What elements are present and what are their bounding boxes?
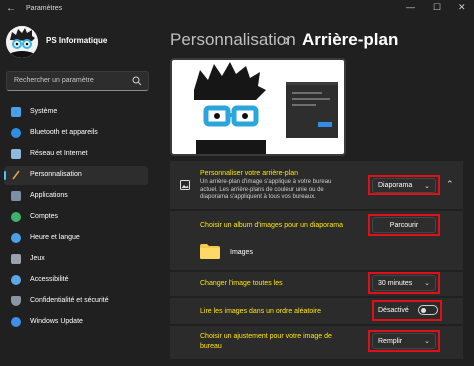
fit-label-1: Choisir un ajustement pour votre image d… [200,333,332,340]
network-icon [11,149,21,159]
sidebar-item-comptes[interactable]: Comptes [4,208,148,227]
interval-row: Changer l'image toutes les 30 minutes ⌄ [170,272,463,296]
background-type-label: Personnaliser votre arrière-plan [200,170,299,177]
sidebar-item-label: Applications [30,192,68,199]
dropdown-value: 30 minutes [378,280,413,287]
sidebar-item-label: Heure et langue [30,234,80,241]
interval-label: Changer l'image toutes les [200,280,283,287]
avatar-picture [6,26,38,58]
update-icon [11,317,21,327]
games-icon [11,254,21,264]
chevron-down-icon: ⌄ [424,280,430,287]
search-icon[interactable] [132,76,142,86]
shuffle-state: Désactivé [378,307,409,314]
profile-name[interactable]: PS Informatique [46,36,107,45]
fit-row: Choisir un ajustement pour votre image d… [170,326,463,359]
sidebar-item-label: Windows Update [30,318,83,325]
sidebar-item-jeux[interactable]: Jeux [4,250,148,269]
fit-label-2: bureau [200,343,222,350]
sidebar-item-label: Comptes [30,213,59,220]
browse-button-label: Parcourir [389,222,419,229]
sidebar-item-heure[interactable]: Heure et langue [4,229,148,248]
chevron-up-icon[interactable]: ⌃ [446,179,454,190]
album-folder-name[interactable]: Images [230,249,253,256]
sidebar-item-label: Jeux [30,255,45,262]
chevron-down-icon: ⌄ [424,338,430,345]
browse-button[interactable]: Parcourir [372,217,436,233]
back-arrow-icon[interactable]: ← [6,3,16,14]
minimize-button[interactable]: — [406,2,415,12]
toggle-knob [421,307,426,313]
page-title: Arrière-plan [302,30,399,49]
app-title: Paramètres [26,5,63,12]
sidebar-item-label: Personnalisation [30,171,82,178]
shuffle-label: Lire les images dans un ordre aléatoire [200,308,322,315]
sidebar-item-bluetooth[interactable]: Bluetooth et appareils [4,124,148,143]
background-type-description-2: actuel. Les arrière-plans de couleur uni… [200,186,324,193]
sidebar-item-systeme[interactable]: Système [4,103,148,122]
system-icon [11,107,21,117]
background-type-row[interactable]: Personnaliser votre arrière-plan Un arri… [170,161,463,209]
sidebar-item-label: Bluetooth et appareils [30,129,98,136]
fit-dropdown[interactable]: Remplir ⌄ [372,333,436,349]
background-preview [170,58,346,156]
sidebar-item-label: Confidentialité et sécurité [30,297,109,304]
interval-dropdown[interactable]: 30 minutes ⌄ [372,275,436,291]
search-placeholder: Rechercher un paramètre [14,77,94,84]
sidebar-item-label: Système [30,108,58,115]
background-type-description-3: diaporama s'appliquent à tous vos bureau… [200,194,316,200]
dropdown-value: Remplir [378,338,403,345]
accessibility-icon [11,275,21,285]
shuffle-row: Lire les images dans un ordre aléatoire … [170,298,463,324]
shuffle-toggle[interactable] [418,305,438,315]
brush-icon [12,170,20,180]
album-row: Choisir un album d'images pour un diapor… [170,211,463,270]
apps-icon [11,191,21,201]
title-bar: ← Paramètres — ☐ ✕ [0,0,474,18]
maximize-button[interactable]: ☐ [433,2,441,13]
breadcrumb-parent[interactable]: Personnalisation [170,30,296,50]
image-icon [180,180,190,190]
sidebar-item-accessibilite[interactable]: Accessibilité [4,271,148,290]
chevron-down-icon: ⌄ [424,183,430,190]
preview-image [172,60,344,154]
sidebar-item-label: Accessibilité [30,276,69,283]
sidebar-item-personnalisation[interactable]: Personnalisation [4,166,148,185]
avatar[interactable] [6,26,38,58]
dropdown-value: Diaporama [378,182,413,189]
breadcrumb-separator: › [284,30,290,49]
sidebar-item-windows-update[interactable]: Windows Update [4,313,148,332]
shield-icon [11,296,21,306]
sidebar-item-reseau[interactable]: Réseau et Internet [4,145,148,164]
sidebar-item-label: Réseau et Internet [30,150,88,157]
folder-icon [200,244,220,259]
close-button[interactable]: ✕ [458,2,466,13]
sidebar-item-applications[interactable]: Applications [4,187,148,206]
bluetooth-icon [11,128,21,138]
sidebar-item-confidentialite[interactable]: Confidentialité et sécurité [4,292,148,311]
background-type-description-1: Un arrière-plan d'image s'applique à vot… [200,179,332,185]
album-label: Choisir un album d'images pour un diapor… [200,222,343,229]
clock-icon [11,233,21,243]
accounts-icon [11,212,21,222]
search-input[interactable]: Rechercher un paramètre [6,71,149,91]
background-type-dropdown[interactable]: Diaporama ⌄ [372,178,436,193]
